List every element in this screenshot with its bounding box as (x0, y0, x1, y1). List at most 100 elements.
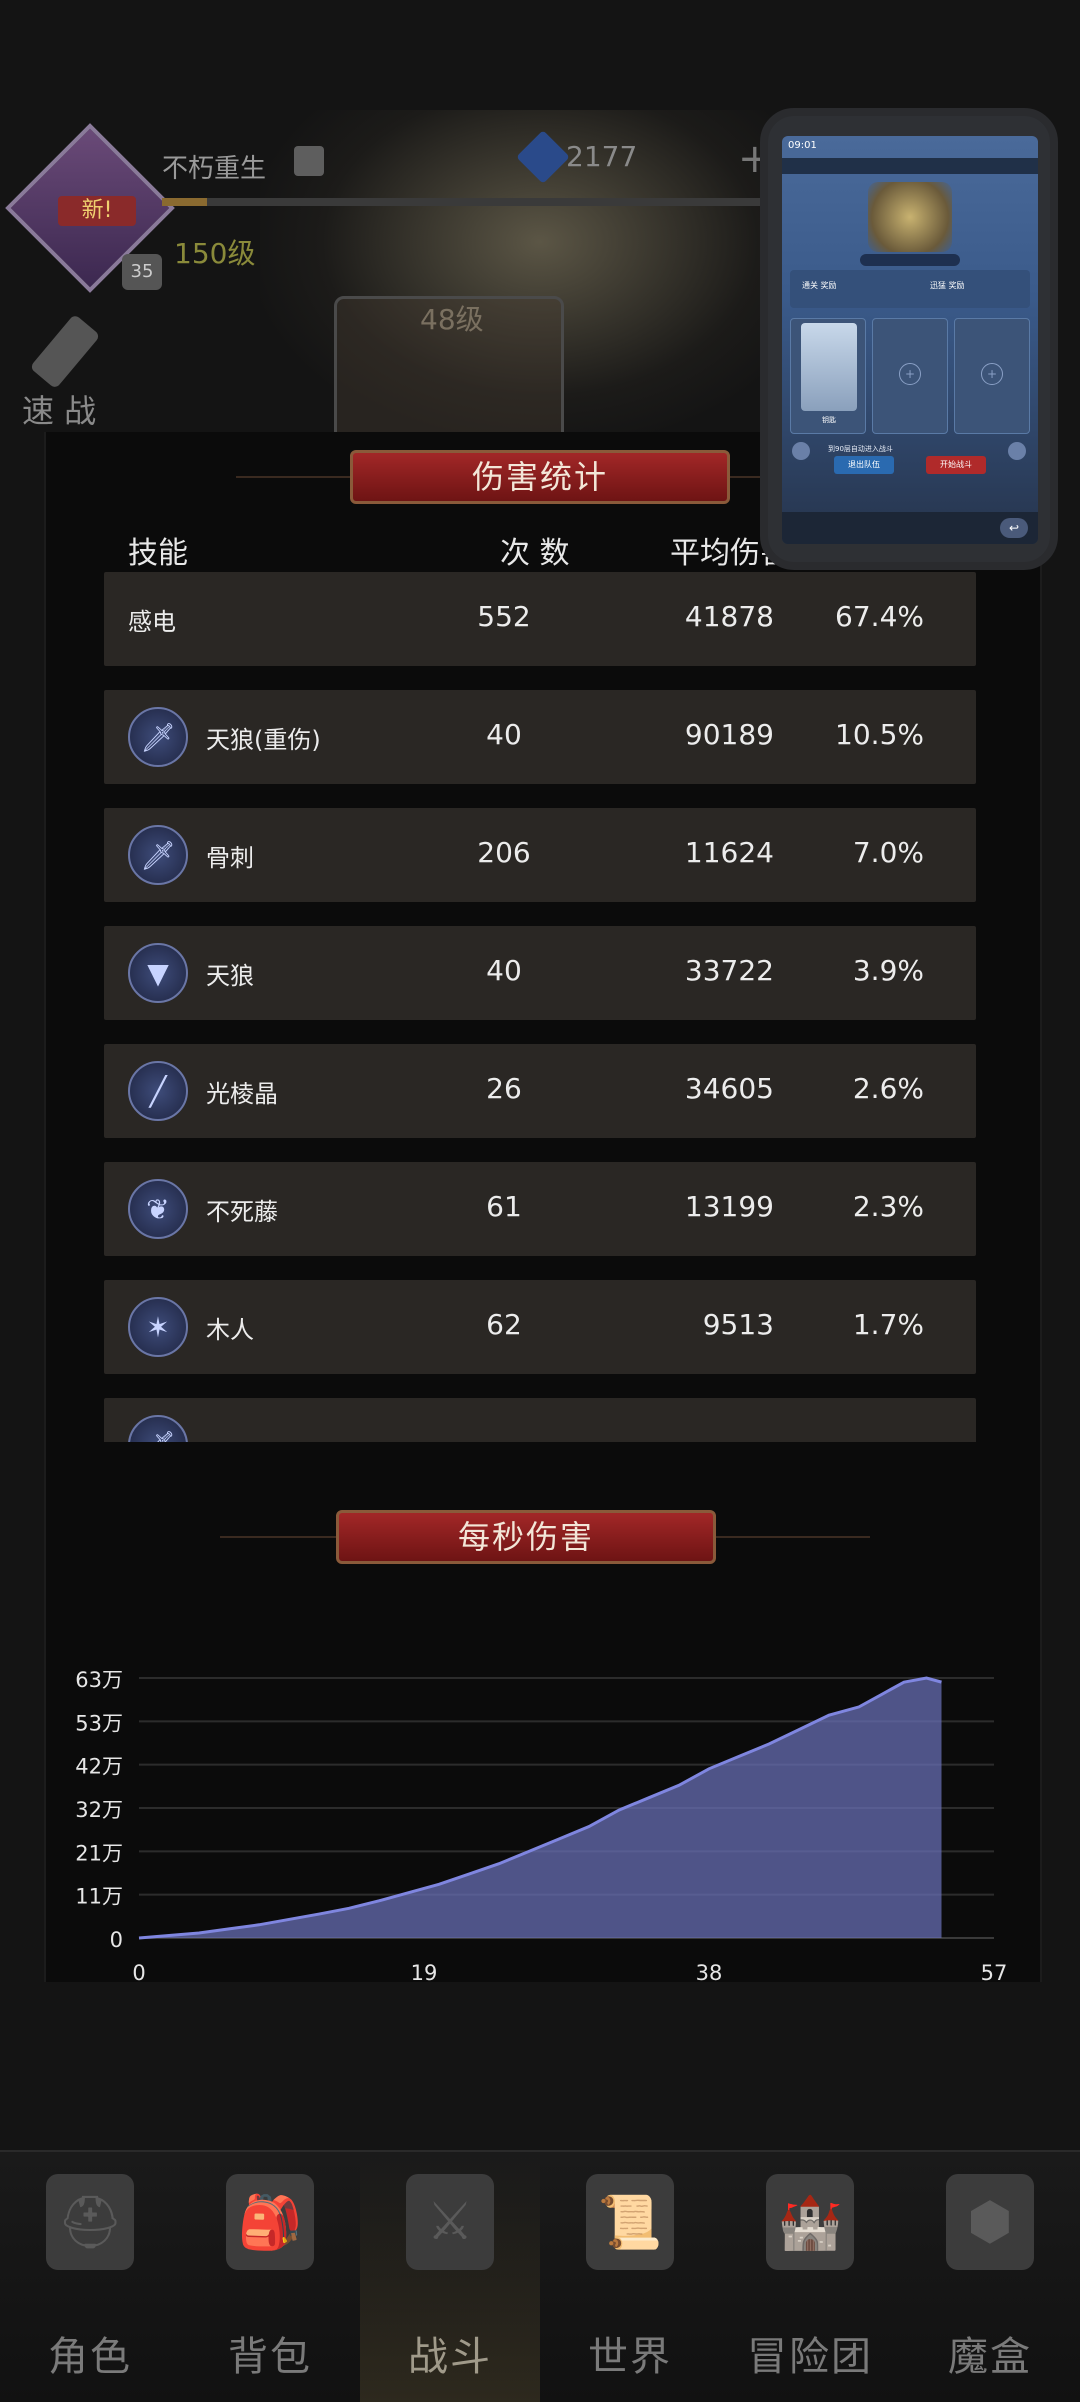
preview-reward-left: 通关 奖励 (802, 281, 837, 290)
preview-side-icon (792, 442, 810, 460)
preview-boss-image (868, 182, 952, 252)
nav-label: 背包 (228, 2334, 312, 2380)
table-row: 🗡 天狼(重伤) 40 90189 10.5% (104, 690, 976, 784)
dps-title: 每秒伤害 (336, 1510, 716, 1564)
damage-percent: 10.5% (835, 718, 924, 751)
quick-battle-label: 速 战 (22, 392, 97, 430)
preview-quit-button: 退出队伍 (834, 456, 894, 474)
gem-count: 2177 (566, 140, 638, 173)
preview-empty-slot: + (954, 318, 1030, 434)
table-row: ❦ 不死藤 61 13199 2.3% (104, 1162, 976, 1256)
hit-count: 26 (486, 1072, 522, 1105)
skill-name: 骨刺 (206, 844, 254, 872)
table-row: ✶ 木人 62 9513 1.7% (104, 1280, 976, 1374)
avg-damage: 13199 (684, 1190, 774, 1223)
helmet-icon: ⛑ (46, 2174, 134, 2270)
castle-icon: 🏰 (766, 2174, 854, 2270)
sword-icon: 🗡 (128, 707, 188, 767)
damage-stats-title: 伤害统计 (350, 450, 730, 504)
damage-percent: 1.7% (852, 1308, 924, 1341)
exp-bar (162, 198, 762, 206)
avg-damage: 33722 (684, 954, 774, 987)
nav-label: 角色 (48, 2334, 132, 2380)
damage-percent: 7.0% (852, 836, 924, 869)
x-tick-label: 38 (696, 1961, 723, 1985)
exp-bar-fill (162, 198, 207, 206)
header-count: 次 数 (500, 536, 570, 571)
plus-icon: + (981, 363, 1003, 385)
map-scroll-icon: 📜 (586, 2174, 674, 2270)
skill-damage-list[interactable]: 感电 552 41878 67.4% 🗡 天狼(重伤) 40 90189 10.… (104, 570, 976, 1442)
preview-character-name: 钥匙 (822, 416, 836, 424)
nav-label: 魔盒 (948, 2334, 1032, 2380)
hit-count: 61 (486, 1190, 522, 1223)
edit-icon[interactable] (294, 146, 324, 176)
table-row: ▼ 天狼 40 33722 3.9% (104, 926, 976, 1020)
sword-icon: 🗡 (128, 825, 188, 885)
x-tick-label: 57 (981, 1961, 1008, 1985)
avg-damage: 9513 (702, 1308, 774, 1341)
nav-item-backpack[interactable]: 🎒 背包 (180, 2152, 360, 2402)
back-icon: ↩ (1000, 518, 1028, 538)
nav-label: 世界 (588, 2334, 672, 2380)
nav-item-character[interactable]: ⛑ 角色 (0, 2152, 180, 2402)
damage-percent: 2.6% (852, 1072, 924, 1105)
hit-count: 40 (486, 718, 522, 751)
nav-label: 战斗 (408, 2334, 492, 2380)
stage-level: 48级 (420, 303, 484, 336)
dps-area-chart: 0 11万 21万 32万 42万 53万 63万 0 19 38 57 (75, 1668, 1008, 1985)
header-skill: 技能 (128, 536, 188, 571)
avg-damage: 11624 (684, 836, 774, 869)
player-level: 150级 (174, 237, 256, 270)
x-tick-label: 0 (132, 1961, 145, 1985)
y-tick-label: 21万 (75, 1841, 123, 1865)
preview-bottom-bar: ↩ (782, 512, 1038, 544)
table-row: 感电 552 41878 67.4% (104, 572, 976, 666)
preview-hero-card: 钥匙 (790, 318, 866, 434)
damage-percent: 67.4% (835, 600, 924, 633)
skill-name: 光棱晶 (206, 1080, 278, 1108)
y-tick-label: 0 (110, 1928, 123, 1952)
plus-icon: + (899, 363, 921, 385)
hit-count: 552 (477, 600, 531, 633)
y-tick-label: 63万 (75, 1668, 123, 1692)
damage-percent: 3.9% (852, 954, 924, 987)
y-tick-label: 42万 (75, 1755, 123, 1779)
avatar-level-chip: 35 (122, 254, 162, 290)
fang-icon: ▼ (128, 943, 188, 1003)
vine-icon: ❦ (128, 1179, 188, 1239)
table-row: 🗡 骨刺 206 11624 7.0% (104, 808, 976, 902)
damage-percent: 2.3% (852, 1190, 924, 1223)
skill-name: 天狼 (206, 962, 254, 990)
skill-name: 感电 (128, 608, 176, 636)
preview-empty-slot: + (872, 318, 948, 434)
table-row: 🗡 (104, 1398, 976, 1442)
preview-character-image (801, 323, 857, 411)
table-row: ╱ 光棱晶 26 34605 2.6% (104, 1044, 976, 1138)
nav-item-magic-box[interactable]: ⬢ 魔盒 (900, 2152, 1080, 2402)
preview-badge (860, 254, 960, 266)
magic-cube-icon: ⬢ (946, 2174, 1034, 2270)
skill-name: 木人 (206, 1316, 254, 1344)
preview-auto-battle-text: 到90层自动进入战斗 (828, 445, 893, 453)
beam-icon: ╱ (128, 1061, 188, 1121)
nav-item-adventure-team[interactable]: 🏰 冒险团 (720, 2152, 900, 2402)
nav-item-world[interactable]: 📜 世界 (540, 2152, 720, 2402)
y-tick-label: 32万 (75, 1798, 123, 1822)
y-tick-label: 11万 (75, 1885, 123, 1909)
nav-item-battle[interactable]: ⚔ 战斗 (360, 2152, 540, 2402)
player-name: 不朽重生 (162, 154, 267, 184)
backpack-icon: 🎒 (226, 2174, 314, 2270)
y-tick-label: 53万 (75, 1711, 123, 1735)
shield-sword-icon: ⚔ (406, 2174, 494, 2270)
x-tick-label: 19 (411, 1961, 438, 1985)
preview-status-time: 09:01 (788, 140, 817, 151)
preview-reward-row: 通关 奖励 迅猛 奖励 (790, 270, 1030, 308)
sword-icon: 🗡 (128, 1415, 188, 1442)
floating-screen-preview[interactable]: 09:01 通关 奖励 迅猛 奖励 钥匙 + + 到90层自动进入战斗 退出队伍… (760, 108, 1058, 570)
avg-damage: 90189 (684, 718, 774, 751)
slash-icon: ✶ (128, 1297, 188, 1357)
hit-count: 206 (477, 836, 531, 869)
bottom-nav: ⛑ 角色 🎒 背包 ⚔ 战斗 📜 世界 🏰 冒险团 ⬢ 魔盒 (0, 2150, 1080, 2402)
avg-damage: 41878 (684, 600, 774, 633)
